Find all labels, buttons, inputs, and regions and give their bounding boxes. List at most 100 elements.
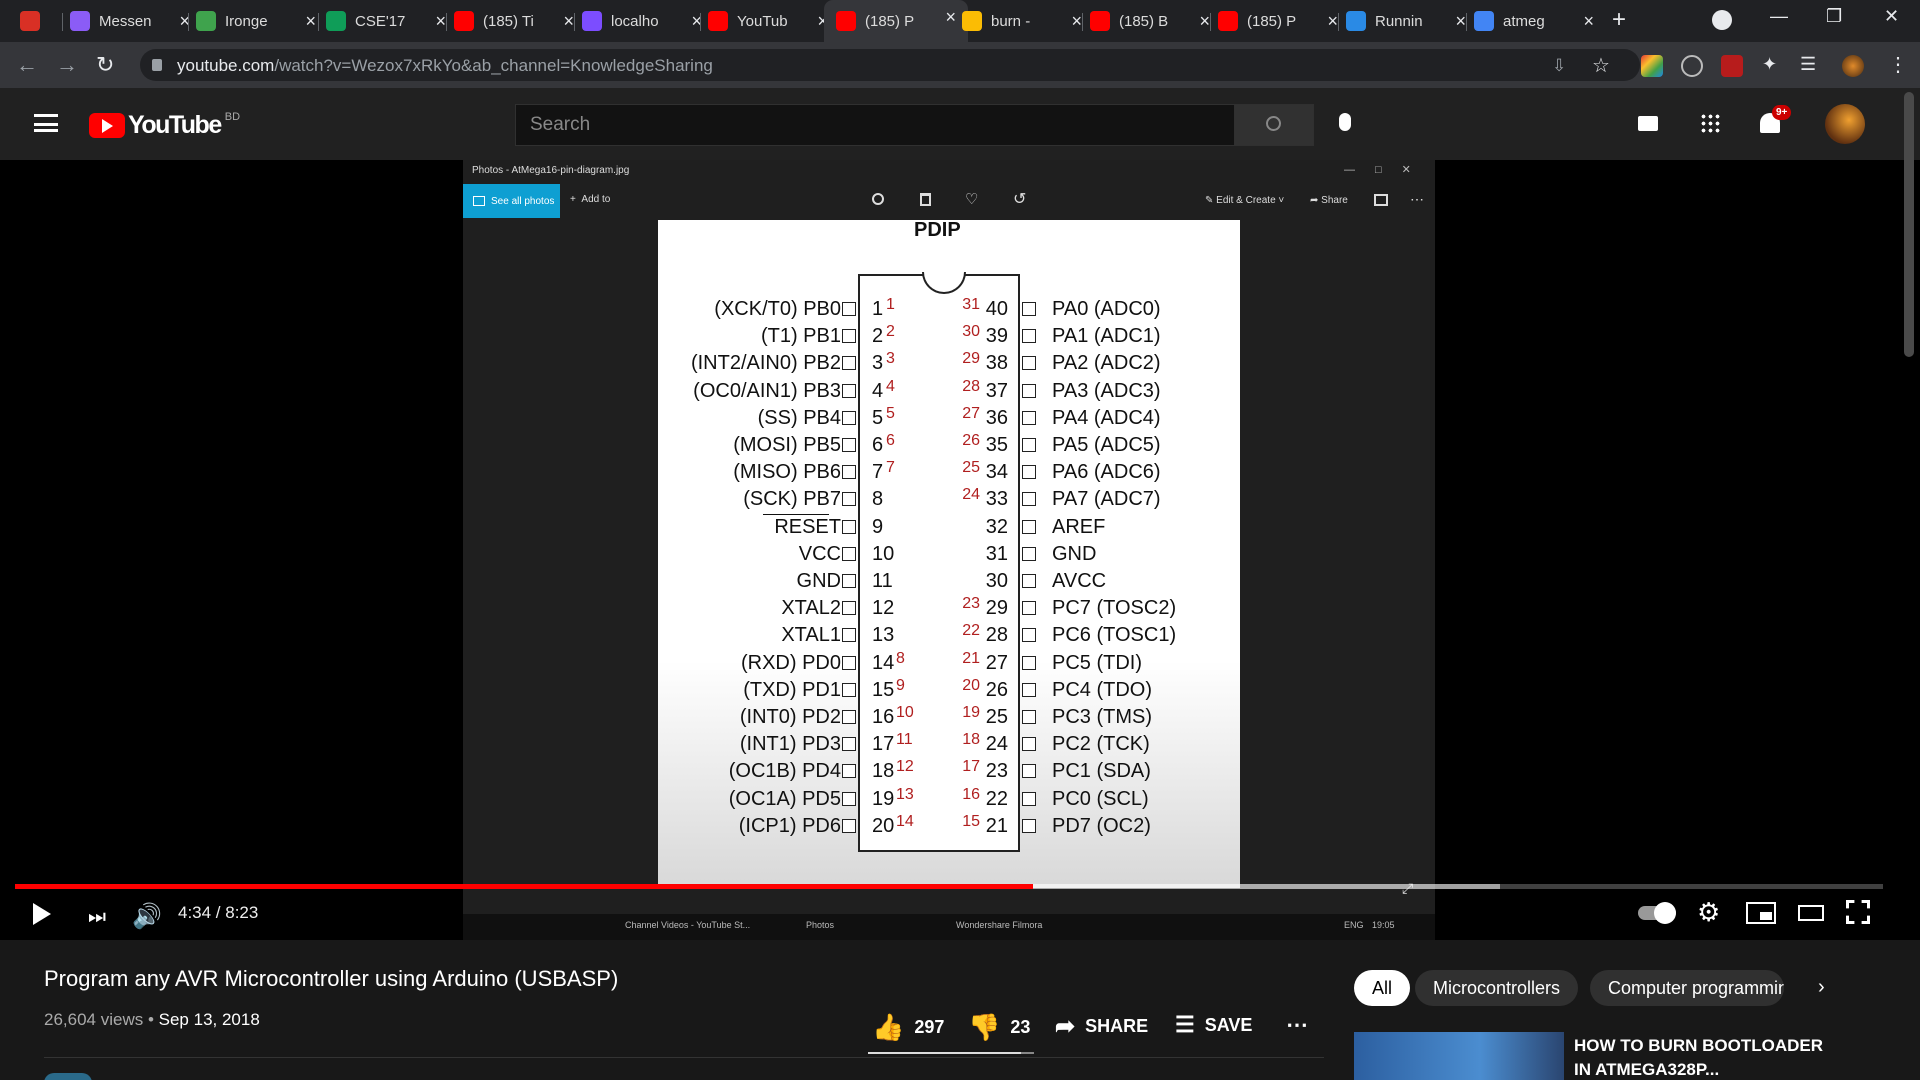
tab-separator [1210,13,1211,31]
sheets-icon [326,11,346,31]
like-button[interactable]: 👍 297 [872,1012,944,1043]
favorite-heart-icon[interactable]: ♡ [965,190,978,208]
channel-avatar[interactable] [44,1073,92,1080]
url-text[interactable]: youtube.com/watch?v=Wezox7xRkYo&ab_chann… [177,56,713,76]
tab-6[interactable]: YouTub × [708,4,828,38]
apps-grid-icon[interactable] [1700,113,1720,133]
new-tab-button[interactable]: + [1612,6,1626,34]
zoom-icon[interactable] [872,193,884,205]
bookmark-star-icon[interactable]: ☆ [1592,53,1610,78]
dislike-button[interactable]: 👎 23 [968,1012,1030,1043]
profile-avatar[interactable] [1842,55,1864,77]
extension-color-icon[interactable] [1641,55,1663,77]
tab-title: (185) Ti [483,12,534,30]
right-pin-box [1022,710,1036,724]
chips-next-icon[interactable]: › [1818,976,1825,999]
restore-button[interactable]: ❐ [1826,6,1842,27]
add-to-button[interactable]: + Add to [570,194,610,205]
left-pin-number: 12 [872,597,895,620]
left-pin-label: (MISO) PB6 [733,461,841,484]
share-button[interactable]: ➦ Share [1310,195,1348,206]
tab-search-icon[interactable] [1712,10,1732,30]
tab-12[interactable]: atmeg × [1474,4,1594,38]
settings-gear-icon[interactable]: ⚙ [1697,897,1720,928]
left-pin-box [842,546,856,561]
tab-9[interactable]: (185) B × [1090,4,1210,38]
close-tab-icon[interactable]: × [1327,11,1338,32]
play-icon[interactable] [33,903,51,925]
ironge-icon [196,11,216,31]
tab-2[interactable]: Ironge × [196,4,316,38]
close-tab-icon[interactable]: × [945,7,956,28]
theater-mode-icon[interactable] [1798,905,1824,921]
minimize-button[interactable]: — [1770,6,1788,27]
tab-1[interactable]: Messen × [70,4,190,38]
reading-list-icon[interactable]: ☰ [1800,54,1816,75]
tab-title: (185) P [865,12,915,30]
chip-computer-programming[interactable]: Computer programmin [1590,970,1784,1006]
region-code: BD [224,111,241,123]
related-title[interactable]: HOW TO BURN BOOTLOADER IN ATMEGA328P... [1574,1034,1823,1080]
tab-title: localho [611,12,659,30]
forward-icon[interactable]: → [56,52,78,78]
browser-menu-icon[interactable]: ⋮ [1888,52,1908,77]
chip-all[interactable]: All [1354,970,1411,1006]
hamburger-menu-icon[interactable] [34,114,58,132]
youtube-icon [708,11,728,31]
close-tab-icon[interactable]: × [1583,11,1594,32]
close-tab-icon[interactable]: × [305,11,316,32]
create-video-icon[interactable] [1638,116,1658,131]
reload-icon[interactable]: ↻ [96,52,114,78]
see-all-photos-button[interactable]: See all photos [463,184,560,218]
share-video-button[interactable]: ➦ SHARE [1055,1012,1148,1041]
close-tab-icon[interactable]: × [563,11,574,32]
right-pin-mapping: 18 [962,731,980,749]
tab-4[interactable]: (185) Ti × [454,4,574,38]
edit-create-button[interactable]: ✎ Edit & Create ˅ [1205,195,1284,206]
extension-bulb-icon[interactable] [1681,55,1703,77]
tab-3[interactable]: CSE'17 × [326,4,446,38]
extension-red-icon[interactable] [1721,55,1743,77]
back-icon[interactable]: ← [16,52,38,78]
search-input[interactable]: Search [530,114,590,136]
tab-10[interactable]: (185) P × [1218,4,1338,38]
related-thumbnail[interactable] [1354,1032,1564,1080]
close-window-button[interactable]: ✕ [1884,6,1899,27]
close-tab-icon[interactable]: × [1455,11,1466,32]
tab-8[interactable]: burn - × [962,4,1082,38]
google-icon [1474,11,1494,31]
tab-5[interactable]: localho × [582,4,702,38]
left-pin-label: (SCK) PB7 [743,488,841,511]
tab-7[interactable]: (185) P × [824,0,968,42]
page-scrollbar[interactable] [1904,92,1914,357]
tab-0[interactable] [20,4,62,38]
left-pin-number: 11 [872,570,893,592]
volume-icon[interactable]: 🔊 [132,902,162,931]
rotate-icon[interactable]: ↺ [1013,189,1026,209]
next-icon[interactable]: ⏭ [88,906,106,929]
more-options-icon[interactable]: ⋯ [1410,191,1424,208]
tab-11[interactable]: Runnin × [1346,4,1466,38]
close-tab-icon[interactable]: × [1199,11,1210,32]
right-pin-label: AREF [1052,515,1106,538]
more-actions-icon[interactable]: ⋯ [1286,1012,1308,1038]
left-pin-mapping: 14 [896,812,914,830]
tab-separator [700,13,701,31]
save-button[interactable]: ☰ SAVE [1175,1012,1252,1038]
chip-microcontrollers[interactable]: Microcontrollers [1415,970,1579,1006]
close-tab-icon[interactable]: × [435,11,446,32]
delete-icon[interactable] [920,193,931,206]
account-avatar[interactable] [1825,104,1865,144]
youtube-logo[interactable]: YouTube BD [89,111,240,140]
right-pin-number: 31 [985,542,1008,565]
print-icon[interactable] [1374,194,1388,206]
microphone-icon[interactable] [1339,113,1351,131]
autoplay-toggle[interactable] [1638,902,1676,924]
right-pin-label: PC2 (TCK) [1052,733,1150,756]
edit-create-label: Edit & Create [1216,195,1276,206]
install-icon[interactable]: ⇩ [1552,56,1566,76]
close-tab-icon[interactable]: × [1071,11,1082,32]
miniplayer-icon[interactable] [1746,902,1776,924]
extensions-puzzle-icon[interactable]: ✦ [1762,54,1777,75]
time-display: 4:34 / 8:23 [178,903,259,922]
